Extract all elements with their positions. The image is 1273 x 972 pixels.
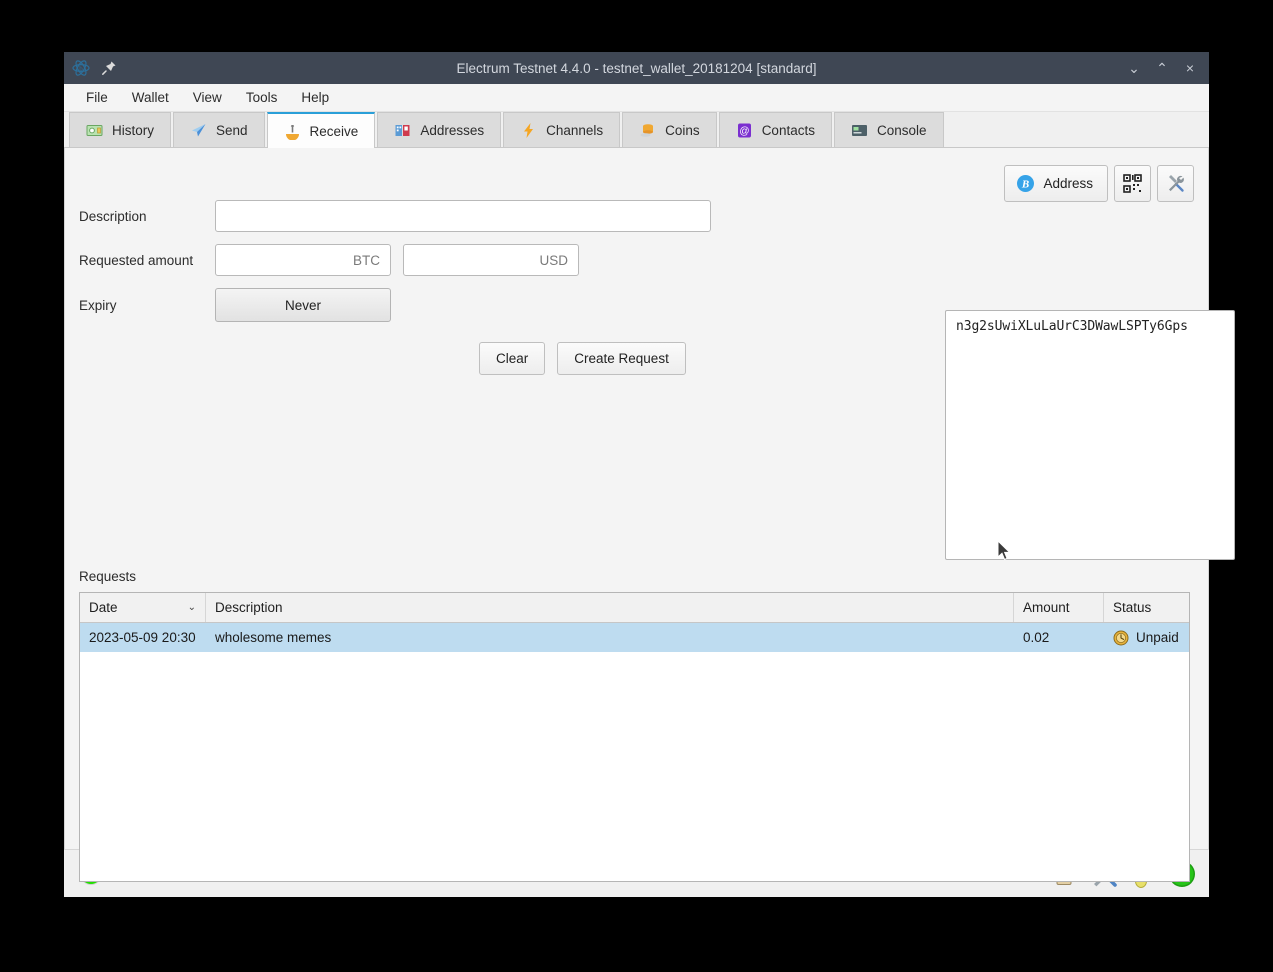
history-icon [86,122,103,139]
close-button[interactable]: × [1177,55,1203,81]
receive-tools-button[interactable] [1157,165,1194,202]
column-header-description-label: Description [215,600,283,615]
menu-item-help[interactable]: Help [289,87,341,108]
cell-date: 2023-05-09 20:30 [89,630,196,645]
coins-icon [639,122,656,139]
tab-channels[interactable]: Channels [503,112,621,147]
receive-address-box[interactable]: n3g2sUwiXLuLaUrC3DWawLSPTy6Gps [945,310,1235,560]
tools-icon [1166,174,1185,193]
svg-text:B: B [1021,179,1029,191]
requests-table-header: Date ⌄ Description Amount Status [80,593,1189,623]
receive-panel: B Address n3g2sUwiXLuLaUrC3DWawLSPTy6Gps… [64,148,1235,882]
requested-amount-label: Requested amount [79,252,194,268]
tab-label-console: Console [876,122,927,138]
tab-history[interactable]: History [69,112,172,147]
tab-addresses[interactable]: Addresses [377,112,502,147]
send-icon [190,122,207,139]
description-row: Description [79,200,1194,232]
requests-section-label: Requests [79,569,137,584]
tab-console[interactable]: Console [833,112,944,147]
description-label: Description [79,208,147,224]
window-controls: ⌄ ⌃ × [1121,55,1209,81]
svg-text:b: b [79,65,83,73]
contacts-icon: @ [736,122,753,139]
receive-icon [284,123,301,140]
menu-item-view[interactable]: View [181,87,234,108]
tab-label-channels: Channels [546,122,604,138]
mouse-cursor [997,539,1011,567]
qr-code-icon [1123,174,1142,193]
tab-label-receive: Receive [309,123,359,139]
bitcoin-icon: B [1016,174,1035,193]
maximize-button[interactable]: ⌃ [1149,55,1175,81]
console-icon [851,122,868,139]
clear-button[interactable]: Clear [479,342,546,375]
requests-table: Date ⌄ Description Amount Status 2023-05… [79,592,1190,882]
requested-amount-row: Requested amount BTC USD [79,244,1194,276]
tab-label-addresses: Addresses [420,122,485,138]
column-header-amount[interactable]: Amount [1014,593,1104,622]
receive-address-text: n3g2sUwiXLuLaUrC3DWawLSPTy6Gps [956,319,1188,334]
chevron-down-icon: ⌄ [187,602,196,613]
address-button[interactable]: B Address [1004,165,1108,202]
expiry-label: Expiry [79,297,117,313]
cell-status: Unpaid [1104,623,1189,652]
tab-label-coins: Coins [665,122,700,138]
amount-usd-placeholder: USD [539,252,568,268]
tab-label-history: History [112,122,155,138]
title-bar: b Electrum Testnet 4.4.0 - testnet_walle… [64,52,1209,84]
menu-item-tools[interactable]: Tools [234,87,290,108]
minimize-button[interactable]: ⌄ [1121,55,1147,81]
create-request-button[interactable]: Create Request [557,342,686,375]
tab-bar: History Send Receive Addresses Channels … [64,112,1209,148]
amount-usd-input[interactable]: USD [403,244,579,276]
tab-contacts[interactable]: @ Contacts [718,112,832,147]
amount-btc-input[interactable]: BTC [215,244,391,276]
app-window: b Electrum Testnet 4.4.0 - testnet_walle… [64,52,1235,897]
electrum-logo-icon: b [72,59,90,77]
description-input[interactable] [215,200,711,232]
channels-icon [520,122,537,139]
column-header-description[interactable]: Description [206,593,1014,622]
cell-description: wholesome memes [215,630,332,645]
table-row[interactable]: 2023-05-09 20:30 wholesome memes 0.02 Un… [80,623,1189,652]
tab-label-send: Send [216,122,248,138]
amount-btc-placeholder: BTC [353,252,380,268]
title-bar-left: b [64,59,118,77]
tab-label-contacts: Contacts [761,122,815,138]
addresses-icon [394,122,411,139]
address-button-label: Address [1043,176,1093,191]
svg-text:@: @ [739,126,749,137]
menu-item-file[interactable]: File [74,87,120,108]
tab-send[interactable]: Send [173,112,265,147]
column-header-status-label: Status [1113,600,1152,615]
column-header-date-label: Date [89,600,118,615]
expiry-dropdown-button[interactable]: Never [215,288,391,322]
menu-bar: File Wallet View Tools Help [64,84,1209,112]
cell-status-label: Unpaid [1136,630,1179,645]
qr-code-button[interactable] [1114,165,1151,202]
receive-top-actions: B Address [1004,165,1194,202]
column-header-date[interactable]: Date ⌄ [80,593,206,622]
tab-coins[interactable]: Coins [622,112,717,147]
pin-icon[interactable] [100,59,118,77]
tab-receive[interactable]: Receive [266,112,376,148]
window-title: Electrum Testnet 4.4.0 - testnet_wallet_… [456,60,817,76]
column-header-amount-label: Amount [1023,600,1070,615]
clock-icon [1113,630,1129,646]
menu-item-wallet[interactable]: Wallet [120,87,181,108]
column-header-status[interactable]: Status [1104,593,1189,622]
cell-amount: 0.02 [1023,630,1050,645]
